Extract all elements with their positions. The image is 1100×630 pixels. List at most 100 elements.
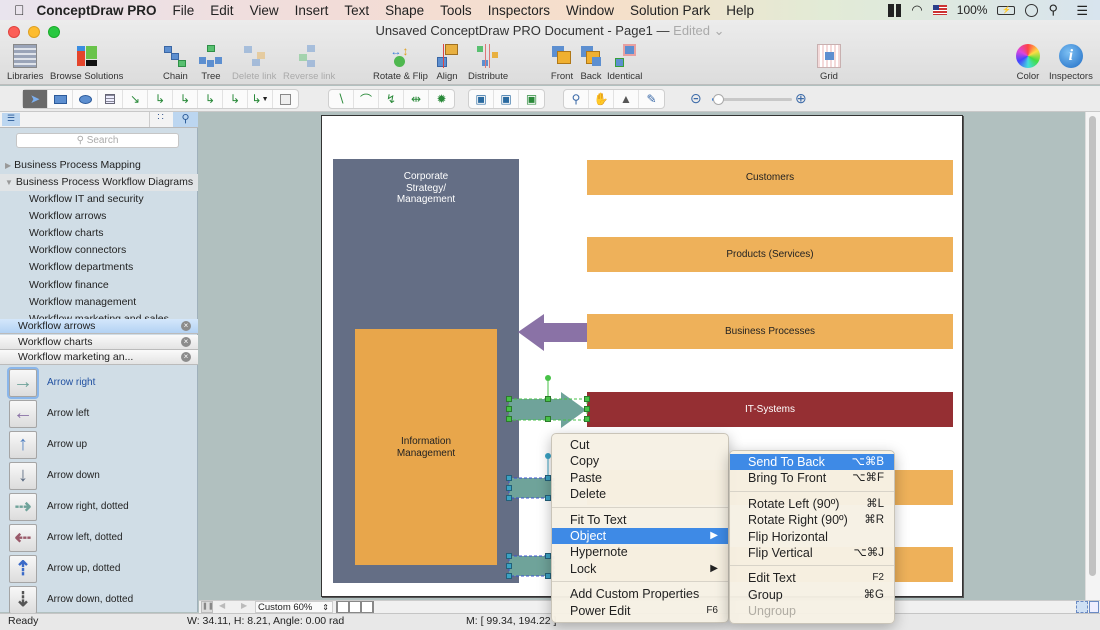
zoom-slider[interactable] xyxy=(712,94,792,105)
browse-solutions-button[interactable]: Browse Solutions xyxy=(50,44,123,82)
app-menu[interactable]: ConceptDraw PRO xyxy=(31,3,165,18)
chain-button[interactable]: Chain xyxy=(163,44,188,82)
shape-item[interactable]: ⇡ Arrow up, dotted xyxy=(9,553,120,584)
menu-item-copy[interactable]: Copy xyxy=(552,453,728,469)
shape-item[interactable]: ⇠ Arrow left, dotted xyxy=(9,522,123,553)
selection-handle[interactable] xyxy=(506,573,512,579)
clock-icon[interactable] xyxy=(1025,3,1039,17)
zoom-select[interactable]: Custom 60% ⇕ xyxy=(255,601,333,613)
page-thumb[interactable] xyxy=(350,602,360,612)
menu-help[interactable]: Help xyxy=(718,3,762,18)
window-grid-icon[interactable] xyxy=(888,3,902,17)
freehand-tool[interactable]: ✹ xyxy=(429,90,454,108)
page-thumbnails[interactable] xyxy=(336,601,374,613)
zoom-slider-knob[interactable] xyxy=(713,94,725,105)
previous-page-icon[interactable]: ◀ xyxy=(219,601,225,610)
close-library-icon[interactable]: × xyxy=(181,352,191,362)
arrow-left-shape[interactable] xyxy=(518,314,587,351)
group-select-tool[interactable]: ▣ xyxy=(519,90,544,108)
menu-inspectors[interactable]: Inspectors xyxy=(480,3,558,18)
stamp-tool[interactable]: ▲ xyxy=(614,90,639,108)
selection-handle[interactable] xyxy=(506,485,512,491)
menu-item-delete[interactable]: Delete xyxy=(552,486,728,502)
menu-item-edit-text[interactable]: Edit Text F2 xyxy=(730,570,894,586)
chevron-down-icon[interactable]: ⌄ xyxy=(710,23,725,38)
menu-shape[interactable]: Shape xyxy=(377,3,432,18)
shape-item[interactable]: ← Arrow left xyxy=(9,398,89,429)
menu-solution-park[interactable]: Solution Park xyxy=(622,3,718,18)
menu-item-hypernote[interactable]: Hypernote xyxy=(552,544,728,560)
menu-item-cut[interactable]: Cut xyxy=(552,437,728,453)
wifi-icon[interactable]: ◠ xyxy=(911,2,922,18)
tree-view-icon[interactable]: ☰ xyxy=(2,113,20,126)
fit-width-icon[interactable] xyxy=(1089,601,1099,613)
rotation-handle[interactable] xyxy=(545,375,551,381)
apple-menu-icon[interactable]:  xyxy=(0,2,31,18)
selection-handle[interactable] xyxy=(506,406,512,412)
next-page-icon[interactable]: ▶ xyxy=(241,601,247,610)
rectangle-tool[interactable] xyxy=(48,90,73,108)
spotlight-search-icon[interactable]: ⚲ xyxy=(1048,2,1058,18)
menu-item-fit-to-text[interactable]: Fit To Text xyxy=(552,512,728,528)
selection-handle[interactable] xyxy=(506,553,512,559)
zoom-tool[interactable]: ⚲ xyxy=(564,90,589,108)
shape-item[interactable]: ↑ Arrow up xyxy=(9,429,87,460)
open-library-tab[interactable]: Workflow charts × xyxy=(0,335,198,350)
library-item[interactable]: Workflow arrows xyxy=(0,208,198,225)
edited-indicator[interactable]: Edited xyxy=(673,23,710,38)
distribute-button[interactable]: Distribute xyxy=(468,44,508,82)
page-thumb[interactable] xyxy=(362,602,372,612)
selection-handle[interactable] xyxy=(506,475,512,481)
pause-icon[interactable]: ❚❚ xyxy=(201,601,214,613)
connector-round-tool[interactable]: ↳ xyxy=(223,90,248,108)
rotate-flip-button[interactable]: ↔ ↕ Rotate & Flip xyxy=(373,44,428,82)
menu-tools[interactable]: Tools xyxy=(432,3,480,18)
library-item[interactable]: Workflow management xyxy=(0,294,198,311)
reverse-link-button[interactable]: Reverse link xyxy=(283,44,335,82)
polyline-tool[interactable]: ↯ xyxy=(379,90,404,108)
connector-bezier-tool[interactable]: ↳ xyxy=(173,90,198,108)
menu-window[interactable]: Window xyxy=(558,3,622,18)
library-item[interactable]: Workflow departments xyxy=(0,259,198,276)
insert-object-tool[interactable] xyxy=(273,90,298,108)
menu-item-bring-to-front[interactable]: Bring To Front ⌥⌘F xyxy=(730,470,894,486)
vertical-scroll-thumb[interactable] xyxy=(1089,116,1096,576)
ellipse-tool[interactable] xyxy=(73,90,98,108)
fit-page-icon[interactable] xyxy=(1076,601,1088,613)
tree-item-business-process-workflow[interactable]: ▼ Business Process Workflow Diagrams xyxy=(0,174,198,191)
dropdown-arrow-icon[interactable]: ▼ xyxy=(262,96,269,103)
notification-list-icon[interactable]: ☰ xyxy=(1076,3,1088,19)
menu-item-ungroup[interactable]: Ungroup xyxy=(730,603,894,619)
color-button[interactable]: Color xyxy=(1016,44,1040,82)
menu-item-rotate-left-90[interactable]: Rotate Left (90º) ⌘L xyxy=(730,496,894,512)
spline-tool[interactable]: ⇹ xyxy=(404,90,429,108)
connector-smart-tool[interactable]: ↳ xyxy=(198,90,223,108)
line-tool[interactable]: ∖ xyxy=(329,90,354,108)
open-library-tab[interactable]: Workflow arrows × xyxy=(0,319,198,334)
shape-item[interactable]: ⇢ Arrow right, dotted xyxy=(9,491,129,522)
eyedropper-tool[interactable]: ✎ xyxy=(639,90,664,108)
grid-button[interactable]: Grid xyxy=(817,44,841,82)
arc-tool[interactable]: ⌒ xyxy=(354,90,379,108)
shape-item[interactable]: → Arrow right xyxy=(7,366,95,399)
selection-handle[interactable] xyxy=(506,396,512,402)
close-library-icon[interactable]: × xyxy=(181,321,191,331)
zoom-in-icon[interactable]: ⊕ xyxy=(795,90,807,107)
us-flag-icon[interactable] xyxy=(932,5,947,15)
search-toggle-icon[interactable]: ⚲ xyxy=(173,112,198,127)
library-item[interactable]: Workflow connectors xyxy=(0,242,198,259)
grid-view-icon[interactable]: ∷ xyxy=(149,112,171,127)
identical-button[interactable]: Identical xyxy=(607,44,642,82)
battery-charging-icon[interactable]: ⚡ xyxy=(997,5,1016,15)
selection-handle[interactable] xyxy=(584,416,590,422)
selection-handle[interactable] xyxy=(584,406,590,412)
selection-handle[interactable] xyxy=(545,396,551,402)
shape-item[interactable]: ↓ Arrow down xyxy=(9,460,100,491)
menu-item-lock[interactable]: Lock ▶ xyxy=(552,561,728,577)
selection-handle[interactable] xyxy=(506,563,512,569)
crop-tool[interactable]: ▣ xyxy=(494,90,519,108)
close-library-icon[interactable]: × xyxy=(181,337,191,347)
vertical-scrollbar[interactable] xyxy=(1085,112,1100,600)
inspectors-button[interactable]: i Inspectors xyxy=(1049,44,1093,82)
disclosure-down-icon[interactable]: ▼ xyxy=(0,178,16,187)
